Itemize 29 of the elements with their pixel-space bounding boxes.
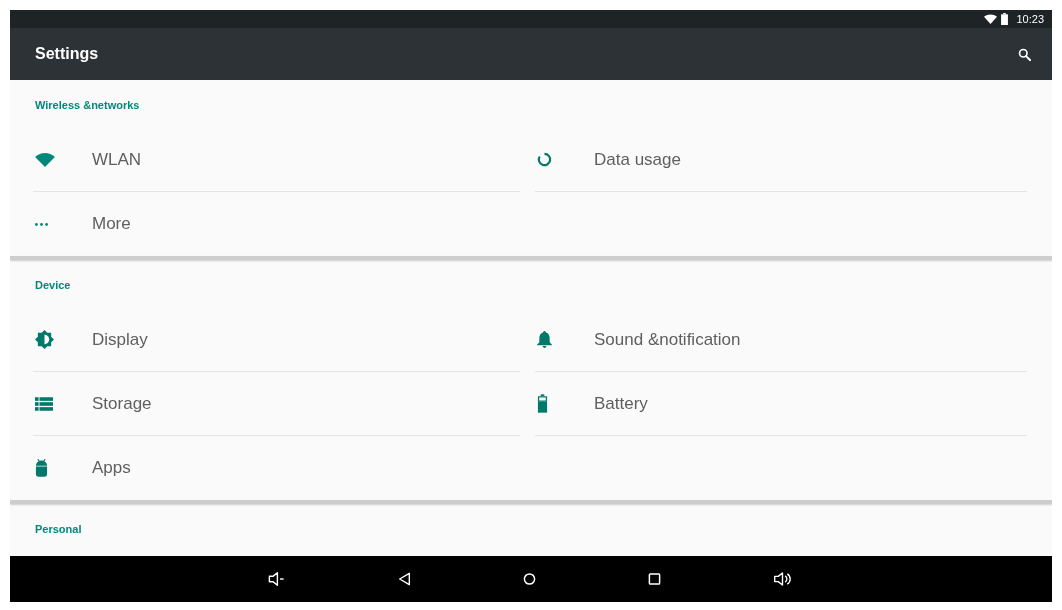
back-icon[interactable] [397,572,411,586]
volume-up-icon[interactable] [772,571,792,587]
settings-item[interactable]: WLAN [33,128,520,192]
section-header: Personal [35,522,82,536]
search-icon[interactable] [1018,47,1031,61]
settings-item[interactable]: Storage [33,372,520,436]
ring-icon [537,152,552,167]
section-header: Wireless &networks [35,98,140,112]
settings-item[interactable]: Battery [535,372,1027,436]
settings-item[interactable]: Display [33,308,520,372]
home-icon[interactable] [522,572,536,586]
robot-icon [35,459,48,477]
settings-item[interactable]: More [33,192,520,256]
settings-item[interactable]: Sound &notification [535,308,1027,372]
brightness-icon [35,330,54,349]
more-dots-icon [35,222,48,226]
list-icon [35,396,53,411]
wifi-icon [35,152,55,167]
settings-item[interactable]: Data usage [535,128,1027,192]
battery-icon [1001,13,1009,25]
section-header: Device [35,278,71,292]
settings-item[interactable]: Apps [33,436,520,500]
volume-down-icon[interactable] [266,571,286,587]
bell-icon [537,331,552,348]
recents-icon[interactable] [647,572,661,586]
clock-time: 10:23 [1016,13,1044,25]
battery-icon [537,394,548,413]
app-bar-title: Settings [35,44,99,64]
wifi-signal-icon [984,14,998,24]
